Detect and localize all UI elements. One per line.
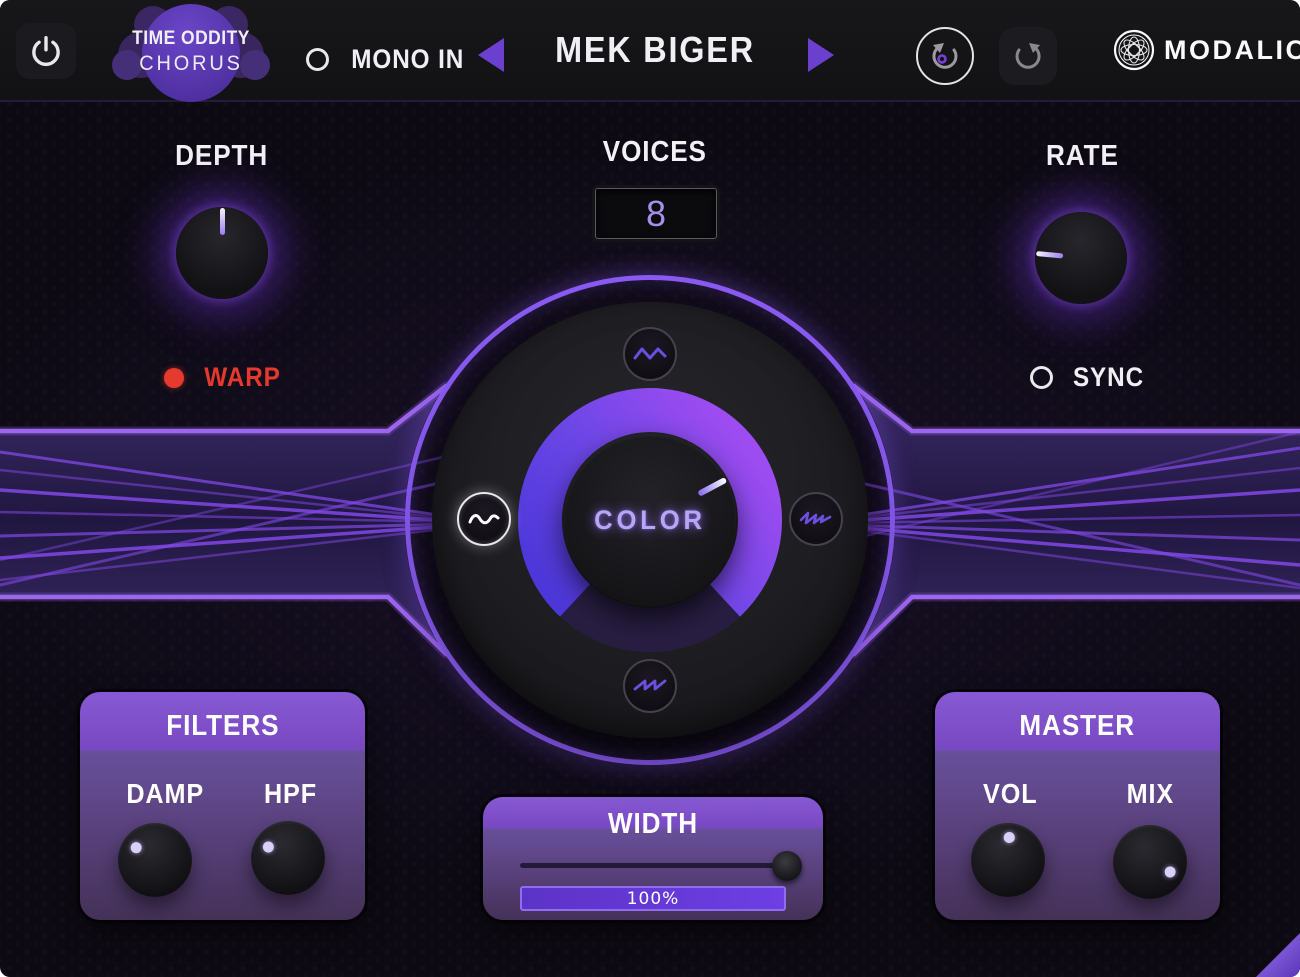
time-oddity-logo: TIME ODDITY CHORUS xyxy=(118,6,264,98)
logo-line1: TIME ODDITY xyxy=(124,28,258,50)
top-bar: TIME ODDITY CHORUS MONO IN MEK BIGER xyxy=(0,0,1300,102)
redo-button[interactable] xyxy=(999,27,1057,85)
waveform-button-saw[interactable] xyxy=(623,659,677,713)
previous-preset-button[interactable] xyxy=(478,38,504,72)
undo-button[interactable] xyxy=(916,27,974,85)
power-button[interactable] xyxy=(16,23,76,79)
modalics-brand: MODALICS xyxy=(1112,0,1300,100)
next-preset-button[interactable] xyxy=(808,38,834,72)
color-knob[interactable]: COLOR xyxy=(564,434,736,606)
modalics-logo-icon xyxy=(1112,28,1156,72)
preset-name[interactable]: MEK BIGER xyxy=(505,0,805,100)
power-icon xyxy=(29,34,63,68)
brand-text: MODALICS xyxy=(1164,35,1300,66)
waveform-button-triangle[interactable] xyxy=(623,327,677,381)
waveform-button-sine[interactable] xyxy=(457,492,511,546)
plugin-window: TIME ODDITY CHORUS MONO IN MEK BIGER xyxy=(0,0,1300,977)
triangle-wave-icon xyxy=(633,343,667,365)
color-label: COLOR xyxy=(568,434,731,606)
preset-name-text: MEK BIGER xyxy=(555,29,755,71)
mono-in-label: MONO IN xyxy=(351,44,464,75)
saw-wave-icon xyxy=(633,675,667,697)
sine-wave-icon xyxy=(467,508,501,530)
mono-in-toggle[interactable]: MONO IN xyxy=(306,44,471,75)
logo-line2: CHORUS xyxy=(122,52,261,76)
undo-icon xyxy=(925,36,965,76)
mono-in-toggle-circle xyxy=(306,48,329,71)
redo-icon xyxy=(1008,36,1048,76)
noise-wave-icon xyxy=(799,508,833,530)
waveform-button-noise[interactable] xyxy=(789,492,843,546)
